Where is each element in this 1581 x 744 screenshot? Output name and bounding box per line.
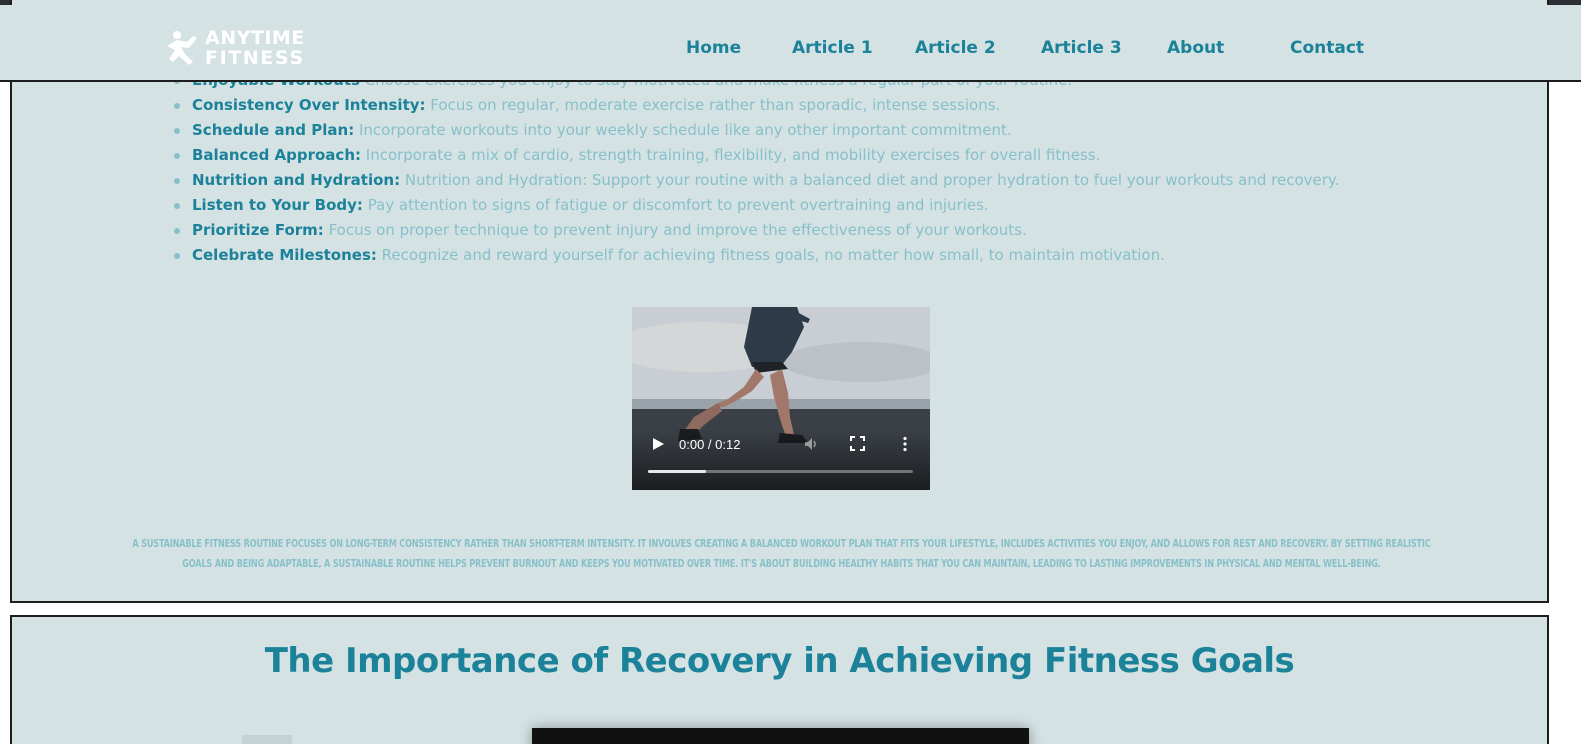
nav-article-3[interactable]: Article 3 xyxy=(1041,38,1122,58)
list-item: Schedule and Plan: Incorporate workouts … xyxy=(174,118,1339,143)
fullscreen-icon[interactable] xyxy=(850,436,865,451)
list-item: Balanced Approach: Incorporate a mix of … xyxy=(174,143,1339,168)
tips-list: Enjoyable Workouts Choose exercises you … xyxy=(174,68,1339,268)
list-item: Prioritize Form: Focus on proper techniq… xyxy=(174,218,1339,243)
navbar: ANYTIME FITNESS Home Article 1 Article 2… xyxy=(0,5,1581,82)
nav-contact[interactable]: Contact xyxy=(1290,38,1364,58)
nav-home[interactable]: Home xyxy=(686,38,741,58)
logo-text: ANYTIME FITNESS xyxy=(205,26,305,69)
volume-icon[interactable] xyxy=(803,436,819,452)
video-player[interactable]: 0:00 / 0:12 xyxy=(632,307,930,490)
decorative-image xyxy=(242,735,292,744)
list-item: Nutrition and Hydration: Nutrition and H… xyxy=(174,168,1339,193)
recovery-panel: The Importance of Recovery in Achieving … xyxy=(10,615,1549,744)
nav-article-1[interactable]: Article 1 xyxy=(792,38,873,58)
video-controls: 0:00 / 0:12 xyxy=(632,430,930,490)
video-player-2[interactable] xyxy=(532,728,1029,744)
list-item: Listen to Your Body: Pay attention to si… xyxy=(174,193,1339,218)
logo-line-2: FITNESS xyxy=(205,46,305,69)
nav-article-2[interactable]: Article 2 xyxy=(915,38,996,58)
list-item: Consistency Over Intensity: Focus on reg… xyxy=(174,93,1339,118)
video-time: 0:00 / 0:12 xyxy=(679,437,741,452)
more-options-icon[interactable] xyxy=(900,436,910,452)
play-icon[interactable] xyxy=(651,437,665,451)
nav-about[interactable]: About xyxy=(1167,38,1224,58)
video-progress-fill xyxy=(648,470,707,473)
article-panel: Enjoyable Workouts Choose exercises you … xyxy=(10,0,1549,603)
logo-line-1: ANYTIME xyxy=(205,26,305,49)
section-title: The Importance of Recovery in Achieving … xyxy=(264,641,1295,681)
list-item: Celebrate Milestones: Recognize and rewa… xyxy=(174,243,1339,268)
runner-logo-icon xyxy=(167,31,197,65)
article-summary: A sustainable fitness routine focuses on… xyxy=(132,538,1431,570)
logo[interactable]: ANYTIME FITNESS xyxy=(163,27,328,69)
video-progress-bar[interactable] xyxy=(648,470,913,473)
